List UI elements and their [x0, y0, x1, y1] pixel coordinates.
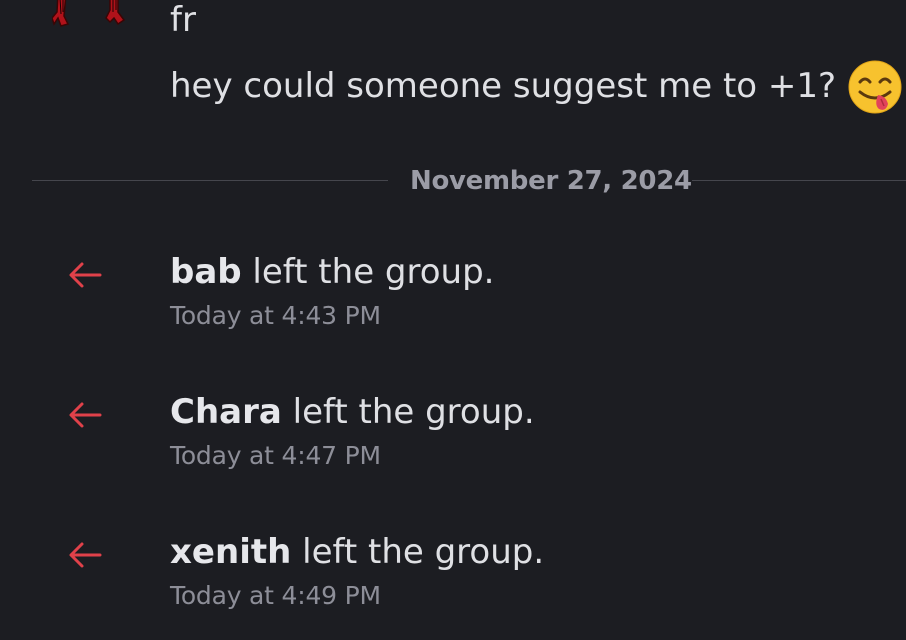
username[interactable]: Chara [170, 392, 282, 432]
divider-line [32, 180, 388, 181]
date-divider: November 27, 2024 [32, 164, 906, 198]
timestamp: Today at 4:49 PM [170, 581, 381, 610]
avatar[interactable] [52, 0, 132, 34]
leave-arrow-icon [69, 402, 102, 428]
leave-arrow-icon [69, 262, 102, 288]
date-divider-label: November 27, 2024 [410, 166, 692, 196]
system-action: left the group. [281, 392, 535, 432]
leave-arrow-icon [69, 542, 102, 568]
system-action: left the group. [241, 252, 495, 292]
system-message-text: bab left the group. [170, 248, 494, 296]
face-savoring-food-icon [848, 60, 902, 114]
message-text: hey could someone suggest me to +1? [170, 66, 837, 106]
timestamp: Today at 4:47 PM [170, 441, 381, 470]
message-text: fr [170, 0, 196, 40]
system-message: Chara left the group. Today at 4:47 PM [0, 388, 906, 488]
divider-line [692, 180, 906, 181]
system-message: bab left the group. Today at 4:43 PM [0, 248, 906, 348]
system-message: xenith left the group. Today at 4:49 PM [0, 528, 906, 628]
system-action: left the group. [291, 532, 545, 572]
system-message-text: xenith left the group. [170, 528, 544, 576]
username[interactable]: bab [170, 252, 242, 292]
system-message-text: Chara left the group. [170, 388, 535, 436]
timestamp: Today at 4:43 PM [170, 301, 381, 330]
username[interactable]: xenith [170, 532, 291, 572]
